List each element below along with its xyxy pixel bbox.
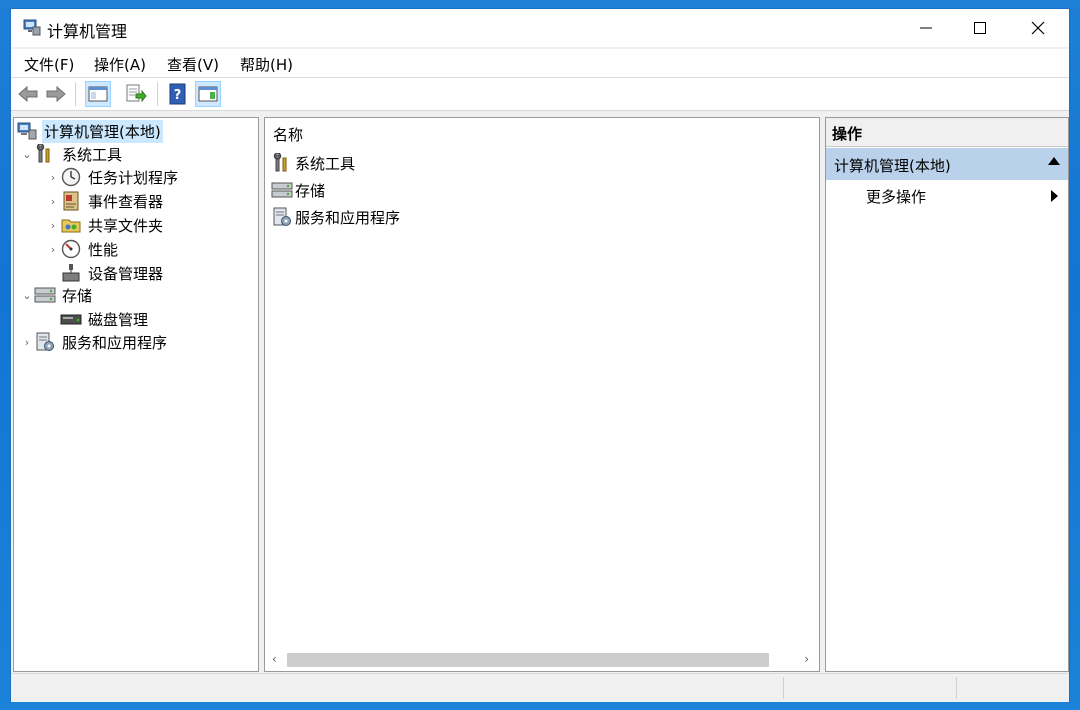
- tree-item-event-viewer[interactable]: › 事件查看器: [46, 190, 165, 212]
- help-icon: ?: [169, 83, 186, 105]
- computer-management-window: 计算机管理 文件(F) 操作(A) 查看(V) 帮助(H) ? 计算机管理(本地…: [10, 8, 1070, 702]
- collapse-up-icon[interactable]: [1048, 157, 1060, 165]
- list-item-services-applications[interactable]: 服务和应用程序: [271, 206, 400, 228]
- chevron-down-icon[interactable]: ⌄: [20, 143, 34, 165]
- tree-item-computer-management-local[interactable]: 计算机管理(本地): [16, 119, 163, 143]
- status-bar-separator: [783, 677, 784, 699]
- list-item-system-tools[interactable]: 系统工具: [271, 152, 355, 174]
- menu-view[interactable]: 查看(V): [167, 54, 219, 75]
- tree-item-label: 共享文件夹: [88, 216, 164, 235]
- actions-section-computer-management[interactable]: 计算机管理(本地): [826, 148, 1068, 180]
- svg-text:?: ?: [174, 88, 182, 103]
- list-item-storage[interactable]: 存储: [271, 179, 325, 201]
- actions-pane: 操作 计算机管理(本地) 更多操作: [825, 117, 1069, 672]
- export-list-icon: [126, 84, 147, 103]
- actions-section-title: 计算机管理(本地): [834, 157, 951, 175]
- tree-item-label: 设备管理器: [88, 264, 164, 283]
- console-tree-pane[interactable]: 计算机管理(本地) ⌄ 系统工具 › 任务计划程序 › 事件查看器 › 共享文件…: [13, 117, 259, 672]
- list-item-label: 存储: [295, 181, 326, 200]
- scrollbar-thumb[interactable]: [287, 653, 769, 667]
- title-bar[interactable]: 计算机管理: [11, 9, 1069, 47]
- storage-icon: [34, 284, 56, 306]
- device-manager-icon: [60, 262, 82, 284]
- menu-bar: 文件(F) 操作(A) 查看(V) 帮助(H): [11, 49, 1069, 78]
- forward-button[interactable]: [43, 81, 69, 107]
- list-item-label: 系统工具: [295, 154, 356, 173]
- task-scheduler-icon: [60, 166, 82, 188]
- menu-file[interactable]: 文件(F): [24, 54, 74, 75]
- back-arrow-icon: [18, 85, 38, 103]
- status-bar-separator: [956, 677, 957, 699]
- maximize-button[interactable]: [951, 9, 1009, 47]
- column-header-name[interactable]: 名称: [273, 124, 303, 145]
- tree-item-services-applications[interactable]: › 服务和应用程序: [20, 331, 169, 353]
- status-bar: [11, 673, 1069, 702]
- services-applications-icon: [34, 331, 56, 353]
- chevron-right-icon[interactable]: ›: [46, 190, 60, 212]
- forward-arrow-icon: [46, 85, 66, 103]
- tree-item-label: 事件查看器: [88, 192, 164, 211]
- storage-icon: [271, 179, 293, 201]
- toolbar: ?: [11, 78, 1069, 111]
- show-hide-console-tree-button[interactable]: [85, 81, 111, 107]
- close-button[interactable]: [1009, 9, 1067, 47]
- back-button[interactable]: [15, 81, 41, 107]
- chevron-right-icon[interactable]: ›: [46, 214, 60, 236]
- toolbar-separator: [157, 82, 158, 106]
- horizontal-scrollbar[interactable]: ‹ ›: [265, 649, 819, 671]
- tree-item-label: 性能: [88, 240, 119, 259]
- show-hide-action-pane-button[interactable]: [195, 81, 221, 107]
- show-hide-action-pane-icon: [198, 86, 218, 102]
- tree-item-storage[interactable]: ⌄ 存储: [20, 284, 94, 306]
- tree-item-system-tools[interactable]: ⌄ 系统工具: [20, 143, 124, 165]
- tree-item-shared-folders[interactable]: › 共享文件夹: [46, 214, 165, 236]
- system-tools-icon: [271, 152, 293, 174]
- tree-item-label: 计算机管理(本地): [42, 119, 163, 143]
- menu-action[interactable]: 操作(A): [94, 54, 146, 75]
- tree-item-performance[interactable]: › 性能: [46, 238, 120, 260]
- list-item-label: 服务和应用程序: [295, 208, 401, 227]
- menu-help[interactable]: 帮助(H): [240, 54, 293, 75]
- scroll-right-arrow-icon[interactable]: ›: [804, 652, 809, 666]
- tree-item-label: 系统工具: [62, 145, 123, 164]
- minimize-button[interactable]: [897, 9, 955, 47]
- performance-icon: [60, 238, 82, 260]
- window-title: 计算机管理: [47, 22, 128, 41]
- tree-item-label: 存储: [62, 286, 93, 305]
- event-viewer-icon: [60, 190, 82, 212]
- scroll-left-arrow-icon[interactable]: ‹: [272, 652, 277, 666]
- actions-header: 操作: [826, 118, 1068, 147]
- tree-item-device-manager[interactable]: 设备管理器: [60, 262, 165, 284]
- action-more-actions[interactable]: 更多操作: [866, 186, 926, 207]
- chevron-right-icon[interactable]: ›: [46, 238, 60, 260]
- results-pane[interactable]: 名称 系统工具 存储 服务和应用程序 ‹ ›: [264, 117, 820, 672]
- computer-management-icon: [16, 120, 38, 142]
- chevron-down-icon[interactable]: ⌄: [20, 284, 34, 306]
- tree-item-task-scheduler[interactable]: › 任务计划程序: [46, 166, 180, 188]
- disk-management-icon: [60, 308, 82, 330]
- tree-item-disk-management[interactable]: 磁盘管理: [60, 308, 150, 330]
- export-list-button[interactable]: [123, 81, 149, 107]
- actions-header-label: 操作: [832, 125, 863, 143]
- shared-folders-icon: [60, 214, 82, 236]
- help-button[interactable]: ?: [165, 81, 191, 107]
- chevron-right-icon[interactable]: ›: [46, 166, 60, 188]
- computer-management-app-icon: [23, 18, 41, 36]
- services-applications-icon: [271, 206, 293, 228]
- toolbar-separator: [75, 82, 76, 106]
- show-hide-console-tree-icon: [88, 86, 108, 102]
- system-tools-icon: [34, 143, 56, 165]
- tree-item-label: 服务和应用程序: [62, 333, 168, 352]
- tree-item-label: 任务计划程序: [88, 168, 179, 187]
- submenu-arrow-icon[interactable]: [1051, 190, 1058, 202]
- tree-item-label: 磁盘管理: [88, 310, 149, 329]
- chevron-right-icon[interactable]: ›: [20, 331, 34, 353]
